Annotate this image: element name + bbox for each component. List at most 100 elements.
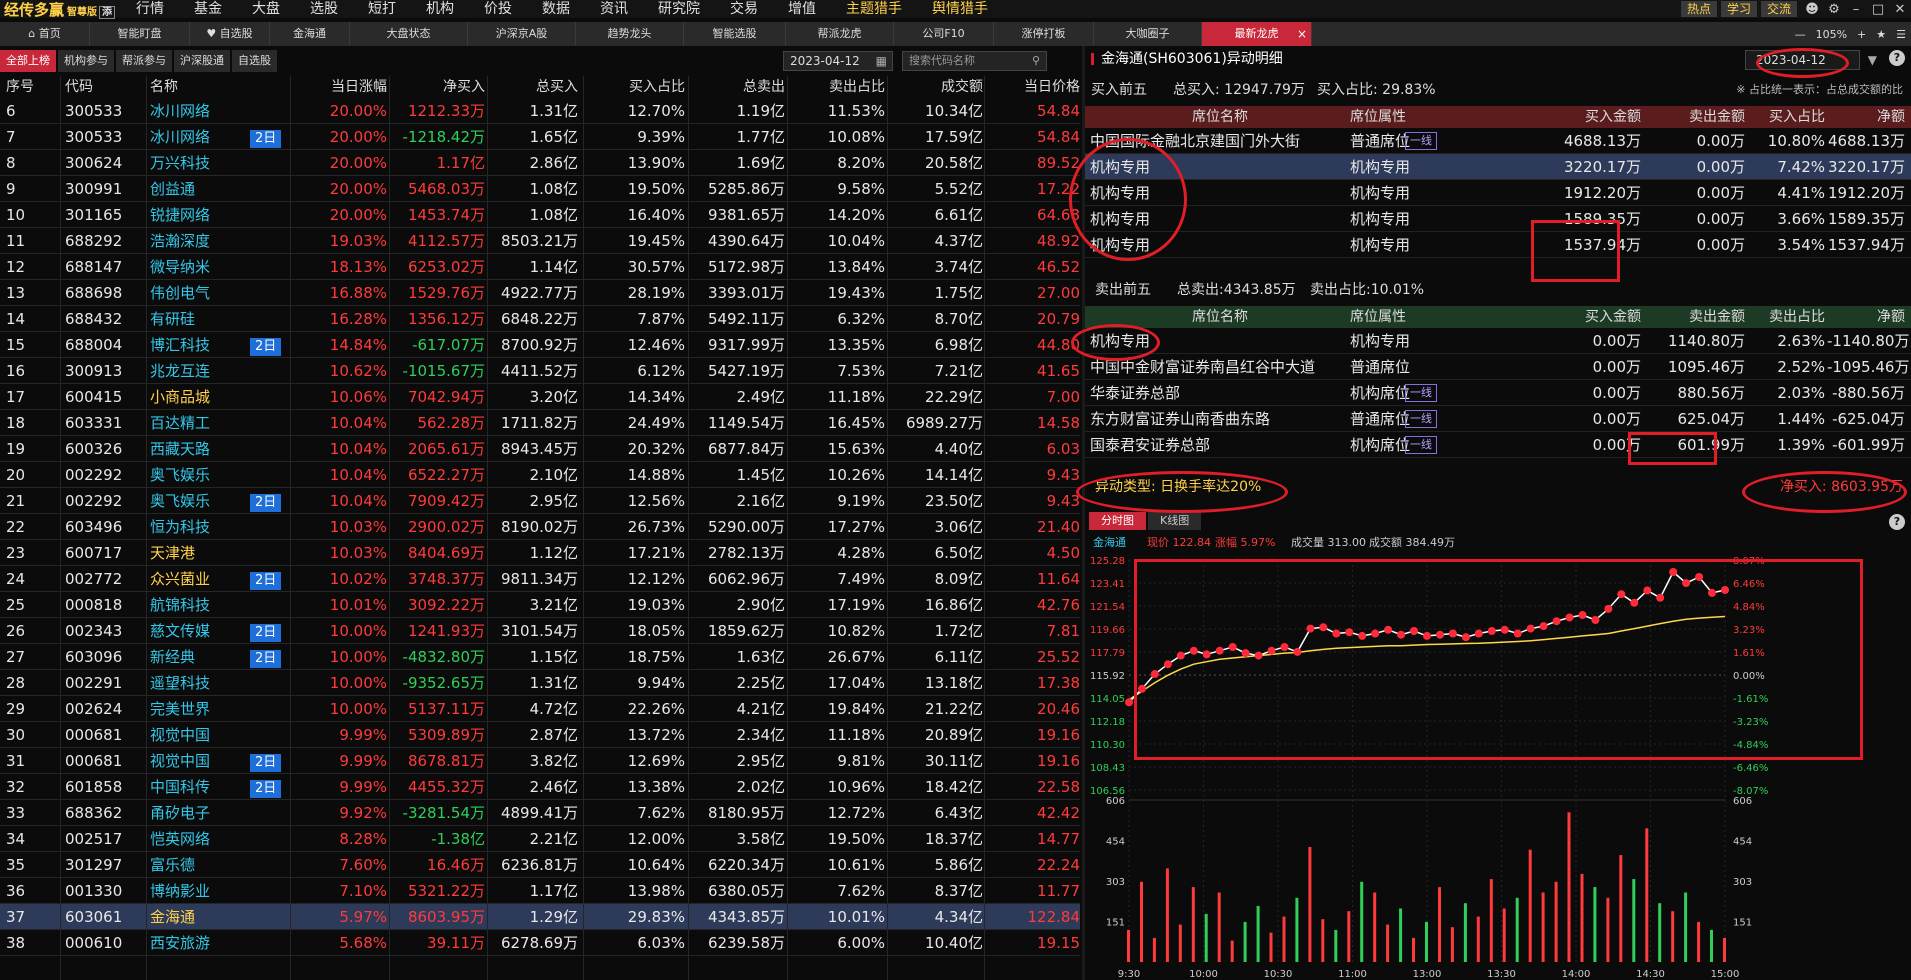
star-icon[interactable]: ★: [1871, 28, 1891, 41]
topnav-item[interactable]: 价投: [469, 0, 527, 18]
topnav-item[interactable]: 增值: [773, 0, 831, 18]
search-input[interactable]: 搜索代码名称 ⚲: [902, 51, 1047, 71]
help-icon[interactable]: ?: [1889, 50, 1905, 66]
two-day-badge[interactable]: 2日: [250, 130, 282, 148]
two-day-badge[interactable]: 2日: [250, 572, 282, 590]
table-row[interactable]: 9 300991 创益通 20.00% 5468.03万 1.08亿 19.50% 5285.…: [0, 176, 1080, 202]
table-row[interactable]: 36 001330 博纳影业 7.10% 5321.22万 1.17亿 13.98% 6380…: [0, 878, 1080, 904]
table-row[interactable]: 13 688698 伟创电气 16.88% 1529.76万 4922.77万 28.19%…: [0, 280, 1080, 306]
table-row[interactable]: 12 688147 微导纳米 18.13% 6253.02万 1.14亿 30.57% 517…: [0, 254, 1080, 280]
seat-row[interactable]: 机构专用 机构专用 0.00万 1140.80万 2.63% -1140.80万: [1085, 328, 1911, 354]
table-row[interactable]: 31 000681 视觉中国 9.99% 8678.81万 3.82亿 12.69% 2.95…: [0, 748, 1080, 774]
tab-1[interactable]: 智能盯盘: [90, 22, 190, 46]
table-row[interactable]: 19 600326 西藏天路 10.04% 2065.61万 8943.45万 20.32%…: [0, 436, 1080, 462]
date-filter[interactable]: 2023-04-12 ▦: [783, 51, 893, 71]
table-row[interactable]: 22 603496 恒为科技 10.03% 2900.02万 8190.02万 26.73%…: [0, 514, 1080, 540]
col-header-price[interactable]: 当日价格: [985, 76, 1080, 98]
table-row[interactable]: 37 603061 金海通 5.97% 8603.95万 1.29亿 29.83% 4343.…: [0, 904, 1080, 930]
seat-row[interactable]: 国泰君安证券总部 机构席位 0.00万 601.99万 1.39% -601.99万 一线: [1085, 432, 1911, 458]
chevron-down-icon[interactable]: ▼: [1868, 51, 1877, 69]
hot-button[interactable]: 热点: [1680, 1, 1717, 17]
table-row[interactable]: 35 301297 富乐德 7.60% 16.46万 6236.81万 10.64% 6220…: [0, 852, 1080, 878]
seat-row[interactable]: 东方财富证券山南香曲东路 普通席位 0.00万 625.04万 1.44% -625.04…: [1085, 406, 1911, 432]
seat-row[interactable]: 机构专用 机构专用 3220.17万 0.00万 7.42% 3220.17万: [1085, 154, 1911, 180]
topnav-item[interactable]: 交易: [715, 0, 773, 18]
table-row[interactable]: 26 002343 慈文传媒 10.00% 1241.93万 3101.54万 18.05%…: [0, 618, 1080, 644]
seat-row[interactable]: 华泰证券总部 机构席位 0.00万 880.56万 2.03% -880.56万 一线: [1085, 380, 1911, 406]
col-header-buy-ratio[interactable]: 买入占比: [585, 76, 685, 98]
calendar-icon[interactable]: ▦: [876, 52, 887, 70]
col-header-total-buy[interactable]: 总买入: [488, 76, 578, 98]
table-row[interactable]: 38 000610 西安旅游 5.68% 39.11万 6278.69万 6.03% 6239…: [0, 930, 1080, 956]
seat-row[interactable]: 机构专用 机构专用 1589.35万 0.00万 3.66% 1589.35万: [1085, 206, 1911, 232]
topnav-item[interactable]: 数据: [527, 0, 585, 18]
table-row[interactable]: 18 603331 百达精工 10.04% 562.28万 1711.82万 24.49% 1…: [0, 410, 1080, 436]
restore-icon[interactable]: □: [1867, 2, 1889, 17]
two-day-badge[interactable]: 2日: [250, 754, 282, 772]
table-row[interactable]: 20 002292 奥飞娱乐 10.04% 6522.27万 2.10亿 14.88% 1.4…: [0, 462, 1080, 488]
seat-row[interactable]: 机构专用 机构专用 1537.94万 0.00万 3.54% 1537.94万: [1085, 232, 1911, 258]
tab-2[interactable]: ♥ 自选股: [190, 22, 270, 46]
user-icon[interactable]: ☻: [1801, 2, 1823, 17]
topnav-item[interactable]: 舆情猎手: [917, 0, 1003, 18]
table-row[interactable]: 24 002772 众兴菌业 10.02% 3748.37万 9811.34万 12.12%…: [0, 566, 1080, 592]
topnav-item[interactable]: 基金: [179, 0, 237, 18]
col-header-sell-ratio[interactable]: 卖出占比: [790, 76, 885, 98]
filter-tab-3[interactable]: 沪深股通: [174, 50, 230, 72]
col-header-no[interactable]: 序号: [6, 76, 56, 98]
topnav-item[interactable]: 机构: [411, 0, 469, 18]
table-row[interactable]: 6 300533 冰川网络 20.00% 1212.33万 1.31亿 12.70% 1.19…: [0, 98, 1080, 124]
tab-3[interactable]: 金海通: [270, 22, 350, 46]
table-row[interactable]: 23 600717 天津港 10.03% 8404.69万 1.12亿 17.21% 2782…: [0, 540, 1080, 566]
table-row[interactable]: 30 000681 视觉中国 9.99% 5309.89万 2.87亿 13.72% 2.34…: [0, 722, 1080, 748]
two-day-badge[interactable]: 2日: [250, 494, 282, 512]
learn-button[interactable]: 学习: [1720, 1, 1757, 17]
tab-6[interactable]: 趋势龙头: [576, 22, 684, 46]
table-row[interactable]: 10 301165 锐捷网络 20.00% 1453.74万 1.08亿 16.40% 938…: [0, 202, 1080, 228]
tab-11[interactable]: 大咖圈子: [1094, 22, 1202, 46]
tab-12[interactable]: 最新龙虎 ×: [1202, 22, 1312, 46]
filter-tab-0[interactable]: 全部上榜: [0, 50, 56, 72]
topnav-item[interactable]: 资讯: [585, 0, 643, 18]
seat-row[interactable]: 中国国际金融北京建国门外大街 普通席位 4688.13万 0.00万 10.80% 468…: [1085, 128, 1911, 154]
col-header-turnover[interactable]: 成交额: [888, 76, 983, 98]
tab-intraday[interactable]: 分时图: [1089, 512, 1146, 530]
table-row[interactable]: 7 300533 冰川网络 20.00% -1218.42万 1.65亿 9.39% 1.77…: [0, 124, 1080, 150]
topnav-item[interactable]: 选股: [295, 0, 353, 18]
filter-tab-2[interactable]: 帮派参与: [116, 50, 172, 72]
exchange-button[interactable]: 交流: [1760, 1, 1797, 17]
topnav-item[interactable]: 主题猎手: [831, 0, 917, 18]
minimize-icon[interactable]: –: [1845, 2, 1867, 17]
table-row[interactable]: 27 603096 新经典 10.00% -4832.80万 1.15亿 18.75% 1.6…: [0, 644, 1080, 670]
seat-row[interactable]: 中国中金财富证券南昌红谷中大道 普通席位 0.00万 1095.46万 2.52% -10…: [1085, 354, 1911, 380]
topnav-item[interactable]: 大盘: [237, 0, 295, 18]
tab-10[interactable]: 涨停打板: [994, 22, 1094, 46]
col-header-total-sell[interactable]: 总卖出: [690, 76, 785, 98]
topnav-item[interactable]: 研究院: [643, 0, 715, 18]
two-day-badge[interactable]: 2日: [250, 650, 282, 668]
table-row[interactable]: 32 601858 中国科传 9.99% 4455.32万 2.46亿 13.38% 2.02…: [0, 774, 1080, 800]
table-row[interactable]: 29 002624 完美世界 10.00% 5137.11万 4.72亿 22.26% 4.2…: [0, 696, 1080, 722]
col-header-name[interactable]: 名称: [150, 76, 260, 98]
chart-help-icon[interactable]: ?: [1889, 514, 1905, 530]
topnav-item[interactable]: 短打: [353, 0, 411, 18]
two-day-badge[interactable]: 2日: [250, 338, 282, 356]
tab-5[interactable]: 沪深京A股: [468, 22, 576, 46]
table-row[interactable]: 21 002292 奥飞娱乐 10.04% 7909.42万 2.95亿 12.56% 2.1…: [0, 488, 1080, 514]
close-icon[interactable]: ✕: [1889, 2, 1911, 17]
seat-row[interactable]: 机构专用 机构专用 1912.20万 0.00万 4.41% 1912.20万: [1085, 180, 1911, 206]
tab-9[interactable]: 公司F10: [894, 22, 994, 46]
tab-0[interactable]: ⌂ 首页: [0, 22, 90, 46]
two-day-badge[interactable]: 2日: [250, 780, 282, 798]
col-header-code[interactable]: 代码: [65, 76, 145, 98]
close-tab-icon[interactable]: ×: [1297, 22, 1307, 46]
zoom-out-icon[interactable]: —: [1790, 28, 1811, 41]
tab-4[interactable]: 大盘状态: [350, 22, 468, 46]
filter-tab-4[interactable]: 自选股: [232, 50, 277, 72]
tab-8[interactable]: 帮派龙虎: [786, 22, 894, 46]
zoom-in-icon[interactable]: +: [1852, 28, 1871, 41]
table-row[interactable]: 14 688432 有研硅 16.28% 1356.12万 6848.22万 7.87% 54…: [0, 306, 1080, 332]
search-icon[interactable]: ⚲: [1032, 52, 1040, 70]
topnav-item[interactable]: 行情: [121, 0, 179, 18]
table-row[interactable]: 16 300913 兆龙互连 10.62% -1015.67万 4411.52万 6.12%…: [0, 358, 1080, 384]
